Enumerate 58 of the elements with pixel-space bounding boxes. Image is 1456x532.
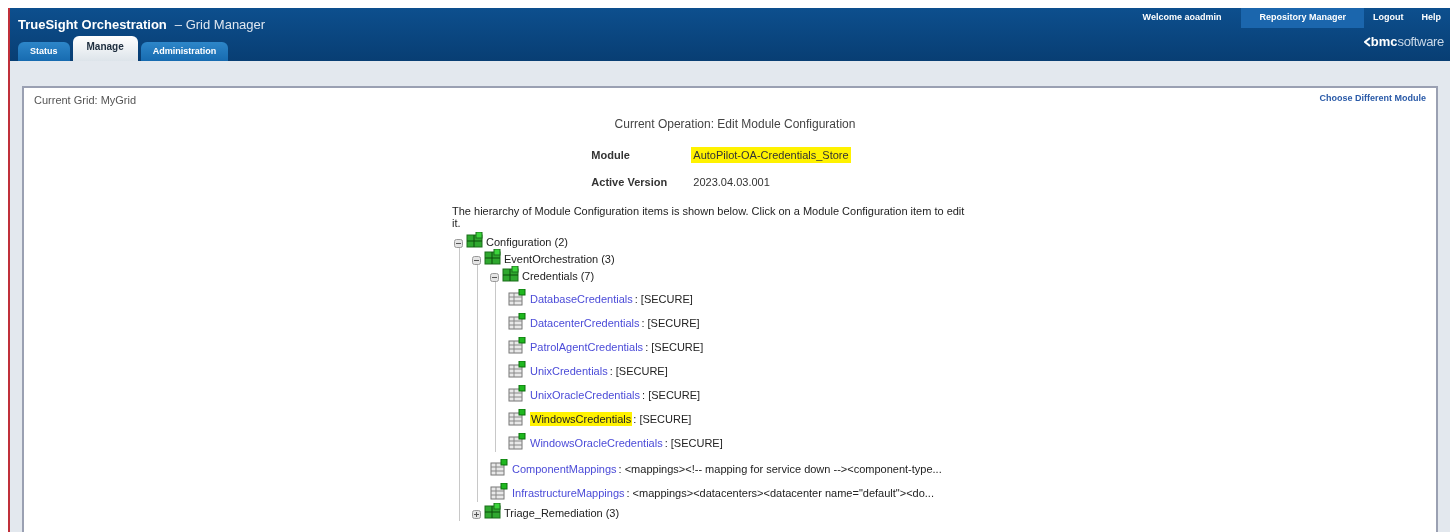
- config-item-icon: [508, 312, 526, 330]
- tree-folder-label[interactable]: Credentials (7): [522, 269, 595, 282]
- config-item-link[interactable]: DatacenterCredentials: [530, 315, 641, 330]
- app-subtitle: – Grid Manager: [174, 17, 266, 32]
- choose-module-link[interactable]: Choose Different Module: [1319, 92, 1426, 109]
- config-item-value: : [SECURE]: [633, 291, 693, 306]
- config-item-value: : [SECURE]: [644, 339, 704, 354]
- config-item-link[interactable]: WindowsOracleCredentials: [530, 435, 664, 450]
- config-item-value: : [SECURE]: [640, 315, 700, 330]
- tree-folder-label[interactable]: Configuration (2): [486, 235, 568, 248]
- tree-folder-label[interactable]: Triage_Remediation (3): [504, 506, 620, 519]
- collapse-icon[interactable]: [454, 238, 463, 248]
- config-item-link[interactable]: UnixOracleCredentials: [530, 387, 642, 402]
- config-item-icon: [508, 336, 526, 354]
- config-item-value: : <mappings><!-- mapping for service down --><component-type...: [617, 461, 942, 476]
- header-link[interactable]: Help: [1412, 8, 1450, 28]
- nav-tab[interactable]: Manage: [72, 36, 138, 61]
- collapse-icon[interactable]: [472, 255, 481, 265]
- folder-grid-icon: [502, 265, 519, 282]
- chevron-icon: [1363, 36, 1371, 47]
- app-title: TrueSight Orchestration: [18, 17, 167, 32]
- config-item-icon: [508, 360, 526, 378]
- config-item-icon: [508, 384, 526, 402]
- field-value: 2023.04.03.001: [692, 175, 771, 190]
- config-item-link[interactable]: WindowsCredentials: [530, 411, 633, 426]
- folder-grid-icon: [484, 248, 501, 265]
- config-item-icon: [508, 408, 526, 426]
- config-item-link[interactable]: UnixCredentials: [530, 363, 609, 378]
- config-item-icon: [490, 458, 508, 476]
- config-item-value: : [SECURE]: [663, 435, 723, 450]
- config-item-icon: [508, 288, 526, 306]
- expand-icon[interactable]: [472, 509, 481, 519]
- collapse-icon[interactable]: [490, 272, 499, 282]
- folder-grid-icon: [466, 231, 483, 248]
- field-label: Active Version: [591, 175, 669, 190]
- header-link[interactable]: Repository Manager: [1241, 8, 1364, 28]
- field-label: Module: [591, 147, 631, 163]
- tree-folder-label[interactable]: EventOrchestration (3): [504, 252, 615, 265]
- config-item-value: : [SECURE]: [608, 363, 668, 378]
- current-grid-label: Current Grid: MyGrid: [34, 93, 137, 108]
- config-item-link[interactable]: InfrastructureMappings: [512, 485, 626, 500]
- config-item-icon: [508, 432, 526, 450]
- config-item-link[interactable]: PatrolAgentCredentials: [530, 339, 645, 354]
- intro-text: The hierarchy of Module Configuration items is shown below. Click on a Module Configuration item to edit it.: [452, 204, 966, 229]
- config-item-value: : [SECURE]: [641, 387, 701, 402]
- welcome-text: Welcome aoadmin: [1141, 11, 1223, 25]
- config-item-icon: [490, 482, 508, 500]
- company-logo: bmcsoftware: [1363, 32, 1444, 52]
- config-item-value: : <mappings><datacenters><datacenter name="default"><do...: [625, 485, 934, 500]
- header-link[interactable]: Logout: [1364, 8, 1413, 28]
- field-value: AutoPilot-OA-Credentials_Store: [691, 146, 851, 163]
- config-item-value: : [SECURE]: [632, 411, 692, 426]
- nav-tab[interactable]: Administration: [140, 42, 229, 61]
- config-item-link[interactable]: ComponentMappings: [512, 461, 618, 476]
- config-item-link[interactable]: DatabaseCredentials: [530, 291, 634, 306]
- folder-grid-icon: [484, 502, 501, 519]
- nav-tab[interactable]: Status: [18, 42, 70, 61]
- operation-heading: Current Operation: Edit Module Configuration: [614, 115, 856, 133]
